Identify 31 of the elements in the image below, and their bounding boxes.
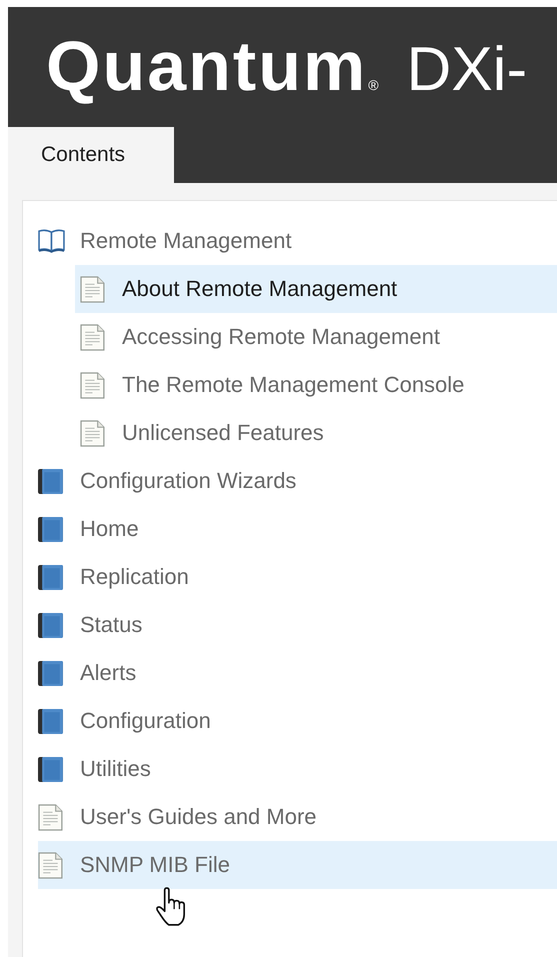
registered-mark: ® [368,77,379,93]
product-title: DXi- [406,39,528,101]
toc-item[interactable]: User's Guides and More [38,793,557,841]
toc-item[interactable]: Remote Management [38,217,557,265]
toc-item[interactable]: Unlicensed Features [75,409,557,457]
book-icon [38,564,65,590]
book-icon [38,708,65,734]
page-icon [80,372,107,398]
toc-item[interactable]: About Remote Management [75,265,557,313]
toc-item[interactable]: Accessing Remote Management [75,313,557,361]
open-book-icon [38,228,65,254]
page-icon [38,852,65,878]
page-icon [80,276,107,302]
book-icon [38,468,65,494]
contents-tab[interactable]: Contents [8,127,174,183]
page-icon [80,324,107,350]
toc-item[interactable]: Alerts [38,649,557,697]
page-icon [38,804,65,830]
toc-item[interactable]: Utilities [38,745,557,793]
toc-item[interactable]: Status [38,601,557,649]
book-icon [38,516,65,542]
toc-item[interactable]: Replication [38,553,557,601]
toc-item[interactable]: Configuration [38,697,557,745]
toc-item[interactable]: Configuration Wizards [38,457,557,505]
book-icon [38,660,65,686]
page-icon [80,420,107,446]
book-icon [38,612,65,638]
book-icon [38,756,65,782]
toc-item[interactable]: Home [38,505,557,553]
toc-item[interactable]: SNMP MIB File [38,841,557,889]
toc-item[interactable]: The Remote Management Console [75,361,557,409]
